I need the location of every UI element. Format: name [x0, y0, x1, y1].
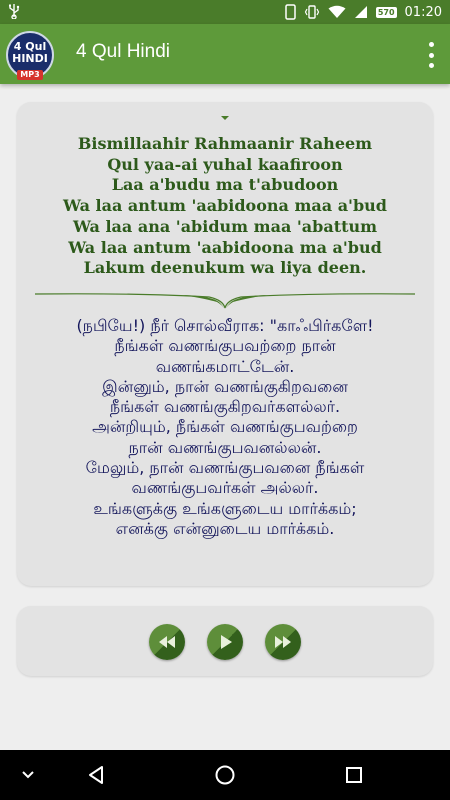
- transliteration-line: Wa laa ana 'abidum maa 'abattum: [72, 216, 378, 236]
- home-icon[interactable]: [210, 750, 240, 800]
- app-logo-line1: 4 Qul: [13, 40, 47, 53]
- status-time: 01:20: [404, 4, 442, 20]
- chevron-down-icon[interactable]: [14, 750, 42, 800]
- translation-line: நீங்கள் வணங்குபவற்றை நான்: [114, 336, 336, 356]
- translation-line: நான் வணங்குபவனல்லன்.: [128, 437, 322, 457]
- player-controls: [17, 606, 433, 676]
- translation-line: எனக்கு என்னுடைய மார்க்கம்.: [115, 518, 335, 538]
- transliteration-line: Wa laa antum 'aabidoona ma a'bud: [68, 237, 382, 257]
- play-icon: [221, 635, 232, 649]
- ornamental-divider: [34, 293, 416, 309]
- more-vert-icon[interactable]: [426, 42, 436, 68]
- battery-icon: 570: [375, 6, 397, 18]
- app-logo-line3: MP3: [17, 70, 43, 80]
- translation-line: நீங்கள் வணங்குகிறவர்களல்லர்.: [109, 397, 341, 417]
- menu-dot: [428, 63, 434, 68]
- translation-line: இன்னும், நான் வணங்குகிறவனை: [102, 376, 348, 396]
- translation-block: (நபியே!) நீர் சொல்வீராக: "காஃபிர்களே! நீ…: [17, 316, 433, 539]
- translation-line: (நபியே!) நீர் சொல்வீராக: "காஃபிர்களே!: [76, 316, 374, 335]
- status-bar: 570 01:20: [0, 0, 450, 24]
- transliteration-line: Bismillaahir Rahmaanir Raheem: [77, 134, 373, 153]
- fast-forward-icon: [275, 636, 291, 648]
- transliteration-line: Qul yaa-ai yuhal kaafiroon: [107, 154, 343, 174]
- system-nav-bar: [0, 750, 450, 800]
- translation-line: வணங்குபவர்கள் அல்லர்.: [131, 478, 319, 498]
- play-button[interactable]: [207, 624, 243, 660]
- app-logo-line2: HINDI: [12, 52, 48, 65]
- fast-forward-button[interactable]: [265, 624, 301, 660]
- rewind-icon: [159, 636, 175, 648]
- transliteration-line: Wa laa antum 'aabidoona maa a'bud: [63, 196, 387, 216]
- transliteration-line: Lakum deenukum wa liya deen.: [83, 258, 367, 278]
- signal-icon: [354, 5, 368, 19]
- app-title: 4 Qul Hindi: [76, 41, 170, 62]
- translation-line: உங்களுக்கு உங்களுடைய மார்க்கம்;: [93, 498, 357, 518]
- caret-down-icon: [221, 116, 229, 120]
- translation-line: வணங்கமாட்டேன்.: [155, 356, 295, 376]
- phone-icon: [285, 4, 296, 20]
- verse-card: Bismillaahir Rahmaanir Raheem Qul yaa-ai…: [17, 102, 433, 586]
- transliteration-line: Laa a'budu ma t'abudoon: [111, 175, 339, 195]
- vibrate-icon: [304, 4, 320, 20]
- translation-line: மேலும், நான் வணங்குபவனை நீங்கள்: [85, 458, 365, 478]
- wifi-icon: [328, 5, 346, 19]
- back-icon[interactable]: [82, 750, 110, 800]
- transliteration-block: Bismillaahir Rahmaanir Raheem Qul yaa-ai…: [17, 134, 433, 279]
- rewind-button[interactable]: [149, 624, 185, 660]
- recents-icon[interactable]: [340, 750, 368, 800]
- menu-dot: [428, 52, 434, 58]
- app-logo: 4 Qul HINDI MP3: [6, 31, 54, 80]
- translation-line: அன்றியும், நீங்கள் வணங்குபவற்றை: [92, 417, 358, 437]
- menu-dot: [428, 42, 434, 47]
- usb-icon: [8, 3, 20, 19]
- app-bar: 4 Qul HINDI MP3 4 Qul Hindi: [0, 24, 450, 84]
